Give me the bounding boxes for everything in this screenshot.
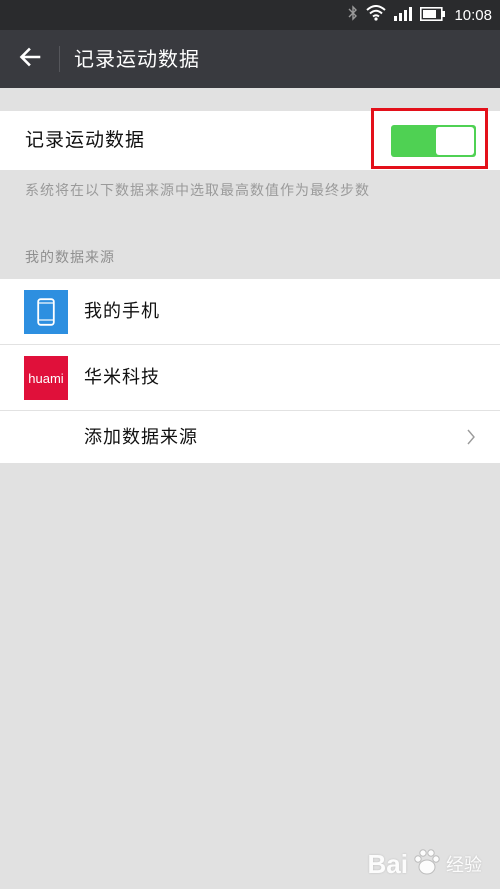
data-source-list: 我的手机 huami 华米科技 添加数据来源 [0,279,500,463]
battery-icon [420,6,446,25]
phone-icon [24,290,68,334]
section-title: 我的数据来源 [25,250,115,266]
list-item-my-phone[interactable]: 我的手机 [0,279,500,345]
wifi-icon [366,5,387,25]
toggle-knob [436,127,474,155]
paw-icon [412,847,442,881]
back-arrow-icon [19,47,41,71]
signal-icon [394,6,413,25]
back-button[interactable] [8,39,52,79]
add-data-source-label: 添加数据来源 [84,427,198,448]
record-toggle-label: 记录运动数据 [25,129,146,151]
hint-text: 系统将在以下数据来源中选取最高数值作为最终步数 [25,183,370,199]
watermark-suffix: 经验 [446,855,482,876]
title-divider [59,46,60,72]
watermark-brand: Bai [367,848,408,879]
list-item-label: 我的手机 [84,301,160,322]
baidu-watermark: Bai 经验 [368,847,482,881]
record-toggle-switch[interactable] [391,125,476,157]
status-time: 10:08 [454,6,492,24]
bluetooth-icon [348,5,358,25]
add-data-source-item[interactable]: 添加数据来源 [0,411,500,463]
huami-logo-icon: huami [24,356,68,400]
list-item-huami[interactable]: huami 华米科技 [0,345,500,411]
status-bar: 10:08 [0,0,500,30]
title-bar: 记录运动数据 [0,30,500,88]
chevron-right-icon [466,429,476,449]
page-title: 记录运动数据 [74,47,200,71]
list-item-label: 华米科技 [84,367,160,388]
status-icons: 10:08 [348,0,492,30]
